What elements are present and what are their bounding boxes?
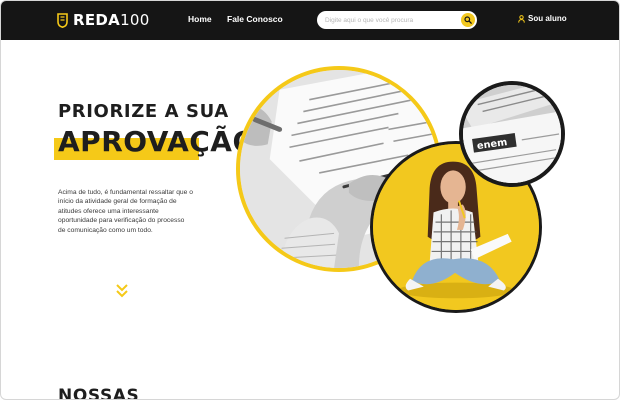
brand-name-bold: REDA	[73, 11, 121, 29]
hero-title-line1: PRIORIZE A SUA	[58, 101, 229, 122]
page: REDA100 Home Fale Conosco Sou aluno PRIO…	[0, 0, 620, 400]
search-icon	[464, 16, 472, 24]
top-navbar: REDA100 Home Fale Conosco Sou aluno	[1, 1, 619, 40]
section-title: NOSSAS	[58, 386, 140, 400]
search-input[interactable]	[325, 13, 455, 27]
nav-contact-link[interactable]: Fale Conosco	[227, 14, 283, 24]
brand-logo[interactable]: REDA100	[57, 11, 150, 29]
user-icon	[518, 14, 525, 23]
hero-title-line2: APROVAÇÃO	[58, 125, 257, 158]
chevron-double-down-icon[interactable]	[115, 283, 129, 299]
hero-description: Acima de tudo, é fundamental ressaltar q…	[58, 189, 193, 234]
search-button[interactable]	[461, 13, 475, 27]
shield-logo-icon	[57, 12, 68, 28]
nav-home-link[interactable]: Home	[188, 14, 212, 24]
student-login-link[interactable]: Sou aluno	[518, 14, 567, 23]
brand-name: REDA100	[73, 11, 150, 29]
brand-name-light: 100	[120, 11, 150, 29]
search-bar	[317, 11, 477, 29]
exam-paper-image: enem	[459, 81, 565, 187]
student-login-label: Sou aluno	[528, 14, 567, 23]
